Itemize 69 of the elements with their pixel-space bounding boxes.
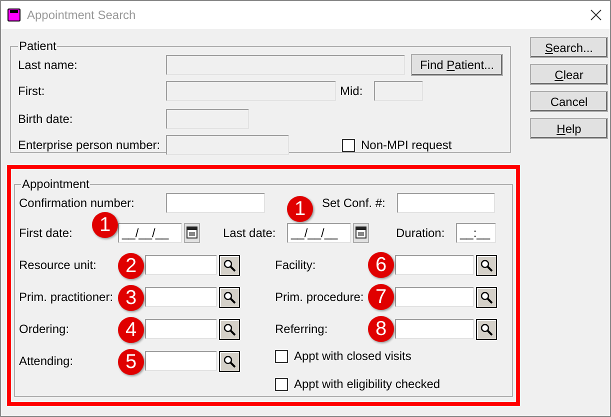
- checkbox-label: Appt with closed visits: [294, 348, 412, 365]
- field-label: Last name:: [18, 57, 78, 74]
- group-title: Appointment: [21, 176, 90, 193]
- callout-badge: 1: [92, 212, 118, 238]
- search-button[interactable]: [476, 254, 497, 276]
- callout-badge: 7: [368, 284, 394, 310]
- field-label: Duration:: [396, 225, 446, 242]
- input-field[interactable]: [395, 319, 474, 339]
- field-label: Referring:: [275, 321, 329, 338]
- checkbox[interactable]: [342, 138, 355, 152]
- callout-badge: 2: [118, 252, 144, 278]
- close-icon[interactable]: [590, 9, 602, 21]
- search-button[interactable]: [219, 318, 240, 340]
- callout-badge: 3: [118, 284, 144, 310]
- calendar-icon[interactable]: [353, 223, 369, 243]
- field-label: Attending:: [19, 353, 74, 370]
- field-label: Mid:: [340, 83, 364, 100]
- dialog-button[interactable]: Find Patient...: [411, 54, 503, 76]
- checkbox[interactable]: [275, 378, 288, 390]
- field-label: Prim. procedure:: [275, 289, 365, 306]
- input-field[interactable]: __/__/__: [287, 223, 351, 243]
- field-label: Set Conf. #:: [322, 195, 386, 212]
- search-icon: [480, 322, 493, 336]
- callout-badge: 4: [118, 316, 144, 342]
- search-icon: [223, 354, 236, 368]
- input-field[interactable]: [166, 193, 265, 213]
- field-label: Last date:: [223, 225, 277, 242]
- dialog-button[interactable]: Clear: [530, 64, 608, 85]
- input-field[interactable]: [145, 255, 217, 275]
- dialog-button[interactable]: Help: [530, 118, 608, 139]
- callout-badge: 1: [287, 196, 313, 222]
- dialog-button[interactable]: Cancel: [530, 91, 608, 112]
- input-field[interactable]: __:__: [456, 223, 496, 243]
- field-label: Confirmation number:: [19, 195, 136, 212]
- field-label: First:: [18, 83, 46, 100]
- group-title: Patient: [18, 38, 58, 55]
- input-field[interactable]: [145, 351, 217, 371]
- input-field[interactable]: [397, 193, 495, 213]
- field-label: Birth date:: [18, 111, 74, 128]
- search-icon: [223, 322, 236, 336]
- input-field[interactable]: [145, 287, 217, 307]
- dialog-button[interactable]: Search...: [530, 37, 608, 58]
- search-button[interactable]: [476, 318, 497, 340]
- search-icon: [223, 290, 236, 304]
- search-icon: [480, 290, 493, 304]
- callout-badge: 8: [368, 316, 394, 342]
- field-label: Enterprise person number:: [18, 137, 162, 154]
- search-button[interactable]: [476, 286, 497, 308]
- input-field[interactable]: [145, 319, 217, 339]
- checkbox-label: Appt with eligibility checked: [294, 376, 440, 393]
- search-icon: [223, 258, 236, 272]
- callout-badge: 6: [368, 252, 394, 278]
- input-field[interactable]: [395, 287, 474, 307]
- checkbox-label: Non-MPI request: [361, 137, 452, 154]
- input-field[interactable]: __/__/__: [118, 223, 182, 243]
- checkbox[interactable]: [275, 350, 288, 362]
- window-title: Appointment Search: [27, 7, 136, 24]
- input-field[interactable]: [395, 255, 474, 275]
- field-label: Ordering:: [19, 321, 70, 338]
- callout-badge: 5: [118, 348, 144, 374]
- field-label: Resource unit:: [19, 257, 98, 274]
- search-button[interactable]: [219, 254, 240, 276]
- search-button[interactable]: [219, 350, 240, 372]
- search-icon: [480, 258, 493, 272]
- calendar-icon[interactable]: [184, 223, 200, 243]
- field-label: Facility:: [275, 257, 317, 274]
- field-label: Prim. practitioner:: [19, 289, 114, 306]
- search-button[interactable]: [219, 286, 240, 308]
- app-icon: [7, 8, 21, 22]
